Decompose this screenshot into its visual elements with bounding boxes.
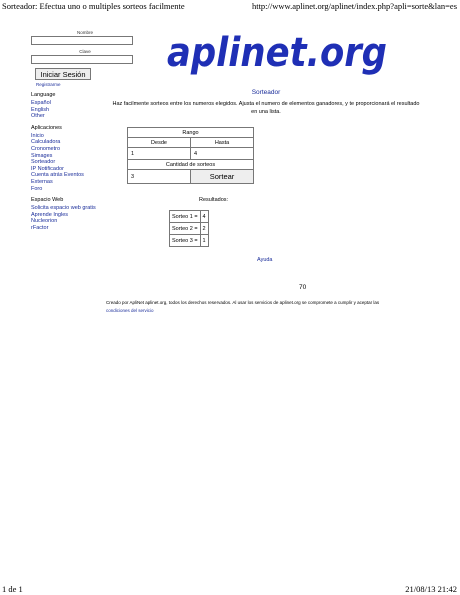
web-link-ingles[interactable]: Aprende Ingles: [31, 212, 139, 219]
web-space-title: Espacio Web: [31, 197, 64, 204]
app-link-inicio[interactable]: Inicio: [31, 133, 139, 140]
apps-title: Aplicaciones: [31, 124, 62, 131]
print-header-title: Sorteador: Efectua uno o multiples sorte…: [2, 1, 185, 11]
visit-counter: 70: [299, 284, 307, 291]
result-row: Sorteo 2 = 2: [169, 222, 209, 235]
from-label: Desde: [127, 137, 191, 148]
to-label: Hasta: [190, 137, 254, 148]
help-link[interactable]: Ayuda: [257, 257, 273, 263]
login-button[interactable]: Iniciar Sesión: [35, 68, 91, 80]
result-value: 2: [199, 222, 209, 235]
result-value: 1: [199, 234, 209, 247]
result-row: Sorteo 1 = 4: [169, 210, 209, 223]
app-link-cronometro[interactable]: Cronometro: [31, 146, 139, 153]
to-input[interactable]: 4: [190, 147, 254, 160]
app-link-sorteador[interactable]: Sorteador: [31, 159, 139, 166]
app-link-cuenta-atras[interactable]: Cuenta atrás Eventos: [31, 172, 139, 179]
app-link-foro[interactable]: Foro: [31, 186, 139, 193]
app-link-simages[interactable]: Simages: [31, 153, 139, 160]
count-label: Cantidad de sorteos: [127, 159, 254, 170]
count-input[interactable]: 3: [127, 169, 191, 184]
name-label: Nombre: [76, 30, 93, 35]
credit-statement: Creado por ApliNet aplinet.org, todos lo…: [106, 300, 380, 305]
web-link-rfactor[interactable]: rFactor: [31, 225, 139, 232]
page-description: Haz facilmente sorteos entre los numeros…: [112, 101, 420, 115]
print-footer-datetime: 21/08/13 21:42: [405, 584, 457, 594]
result-label: Sorteo 3 =: [169, 234, 201, 247]
app-link-calculadora[interactable]: Calculadora: [31, 139, 139, 146]
print-header-url: http://www.aplinet.org/aplinet/index.php…: [251, 1, 457, 11]
result-label: Sorteo 1 =: [169, 210, 201, 223]
results-title: Resultados:: [199, 197, 229, 203]
range-label: Rango: [127, 127, 254, 138]
logo-text: aplinet.org: [167, 30, 387, 76]
results-table: Sorteo 1 = 4 Sorteo 2 = 2 Sorteo 3 = 1: [169, 210, 209, 247]
main-content: Sorteador Haz facilmente sorteos entre l…: [106, 89, 426, 116]
app-link-externas[interactable]: Externas: [31, 179, 139, 186]
draw-form: Rango Desde Hasta 1 4 Cantidad de sorteo…: [127, 127, 254, 184]
credit-text: Creado por ApliNet aplinet.org, todos lo…: [106, 299, 426, 314]
result-label: Sorteo 2 =: [169, 222, 201, 235]
web-link-nucleorion[interactable]: Nucleorion: [31, 218, 139, 225]
password-input[interactable]: [31, 55, 133, 64]
app-link-ip-notificador[interactable]: IP Notificador: [31, 166, 139, 173]
result-value: 4: [199, 210, 209, 223]
register-link[interactable]: Registrarme: [36, 82, 139, 87]
print-footer-page: 1 de 1: [2, 584, 23, 594]
page-title: Sorteador: [251, 89, 281, 96]
aplinet-logo[interactable]: aplinet.org: [164, 29, 390, 77]
from-input[interactable]: 1: [127, 147, 191, 160]
terms-link[interactable]: condiciones del servicio: [106, 308, 154, 313]
web-link-free-space[interactable]: Solicita espacio web gratis: [31, 205, 139, 212]
sidebar: Nombre Clave Iniciar Sesión Registrarme …: [31, 29, 139, 232]
name-input[interactable]: [31, 36, 133, 45]
draw-button[interactable]: Sortear: [190, 169, 254, 184]
result-row: Sorteo 3 = 1: [169, 234, 209, 247]
password-label: Clave: [79, 49, 91, 54]
